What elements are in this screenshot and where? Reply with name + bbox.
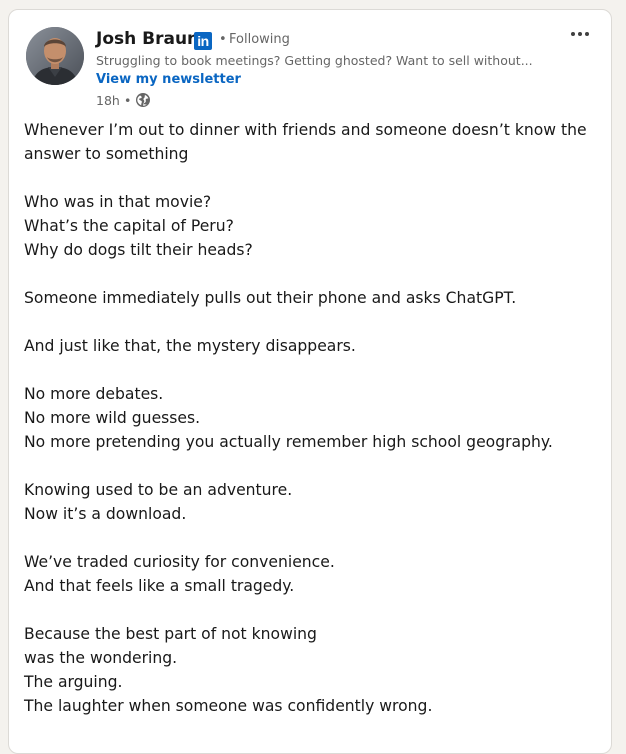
post-line: Someone immediately pulls out their phon… [24, 289, 517, 307]
post-line: The arguing. [24, 673, 123, 691]
author-name[interactable]: Josh Braun [96, 27, 199, 51]
post-line: Knowing used to be an adventure. [24, 481, 293, 499]
post-paragraph: Whenever I’m out to dinner with friends … [24, 121, 587, 163]
post-line: And that feels like a small tragedy. [24, 577, 295, 595]
globe-icon [136, 93, 150, 107]
follow-status[interactable]: Following [229, 31, 290, 49]
separator-dot: • [124, 93, 132, 108]
avatar-photo-icon [26, 27, 84, 85]
post-timestamp[interactable]: 18h [96, 92, 120, 110]
post-line: No more wild guesses. [24, 409, 201, 427]
post-line: Because the best part of not knowing [24, 625, 317, 643]
post-line: And just like that, the mystery disappea… [24, 337, 356, 355]
post-line: Now it’s a download. [24, 505, 187, 523]
post-line: What’s the capital of Peru? [24, 217, 234, 235]
post-line: Why do dogs tilt their heads? [24, 241, 253, 259]
post-line: was the wondering. [24, 649, 178, 667]
post-line: We’ve traded curiosity for convenience. [24, 553, 335, 571]
separator-dot: • [219, 32, 227, 47]
view-newsletter-link[interactable]: View my newsletter [96, 71, 241, 89]
post-line: The laughter when someone was confidentl… [24, 697, 433, 715]
linkedin-premium-badge: in [194, 32, 212, 50]
post-line: Who was in that movie? [24, 193, 212, 211]
post-body: Whenever I’m out to dinner with friends … [24, 118, 594, 718]
feed-post-card: Josh Braun in • Following Struggling to … [8, 9, 612, 754]
post-line: No more pretending you actually remember… [24, 433, 553, 451]
author-headline: Struggling to book meetings? Getting gho… [96, 53, 533, 68]
author-avatar[interactable] [26, 27, 84, 85]
post-line: No more debates. [24, 385, 164, 403]
more-horizontal-icon[interactable] [567, 24, 593, 44]
